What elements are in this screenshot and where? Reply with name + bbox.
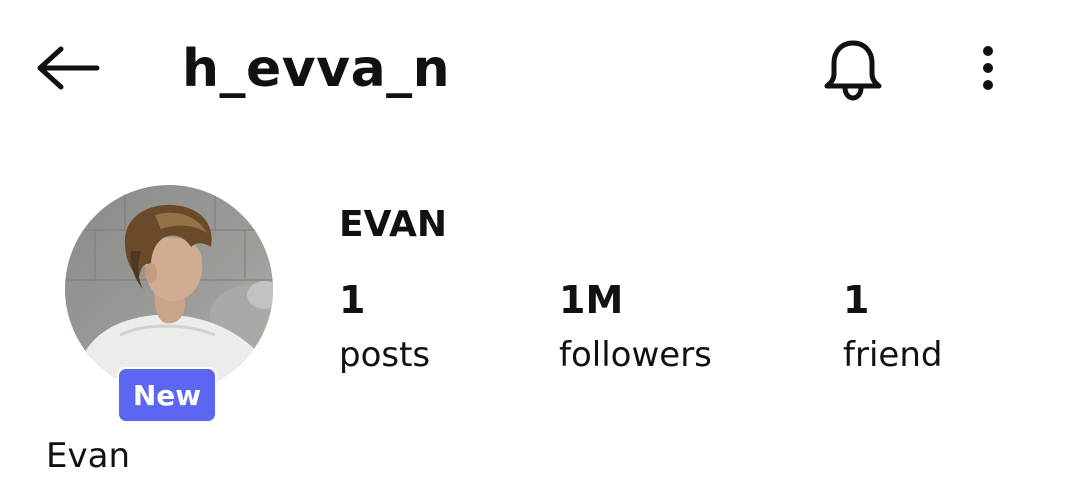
top-bar: h_evva_n	[0, 0, 1080, 140]
avatar[interactable]	[65, 185, 273, 393]
profile-photo	[65, 185, 273, 393]
arrow-left-icon	[37, 46, 100, 90]
stat-followers-label: followers	[559, 335, 712, 375]
bell-icon	[824, 40, 882, 101]
stat-posts-label: posts	[339, 335, 431, 375]
stat-friend-count: 1	[843, 278, 870, 322]
back-button[interactable]	[30, 38, 106, 98]
profile-name: Evan	[46, 436, 130, 476]
stat-followers[interactable]: 1M followers	[559, 276, 712, 378]
stat-friend[interactable]: 1 friend	[843, 276, 942, 378]
stat-friend-label: friend	[843, 335, 943, 375]
stat-posts-count: 1	[339, 278, 366, 322]
new-badge: New	[117, 367, 217, 423]
display-name: EVAN	[339, 204, 447, 245]
more-options-button[interactable]	[968, 38, 1008, 98]
more-vertical-icon	[983, 46, 993, 90]
new-badge-label: New	[119, 369, 215, 421]
avatar-container	[65, 185, 273, 393]
stat-posts[interactable]: 1 posts	[339, 276, 430, 378]
stat-followers-count: 1M	[559, 278, 624, 322]
profile-username: h_evva_n	[182, 39, 451, 99]
notifications-button[interactable]	[818, 36, 888, 104]
